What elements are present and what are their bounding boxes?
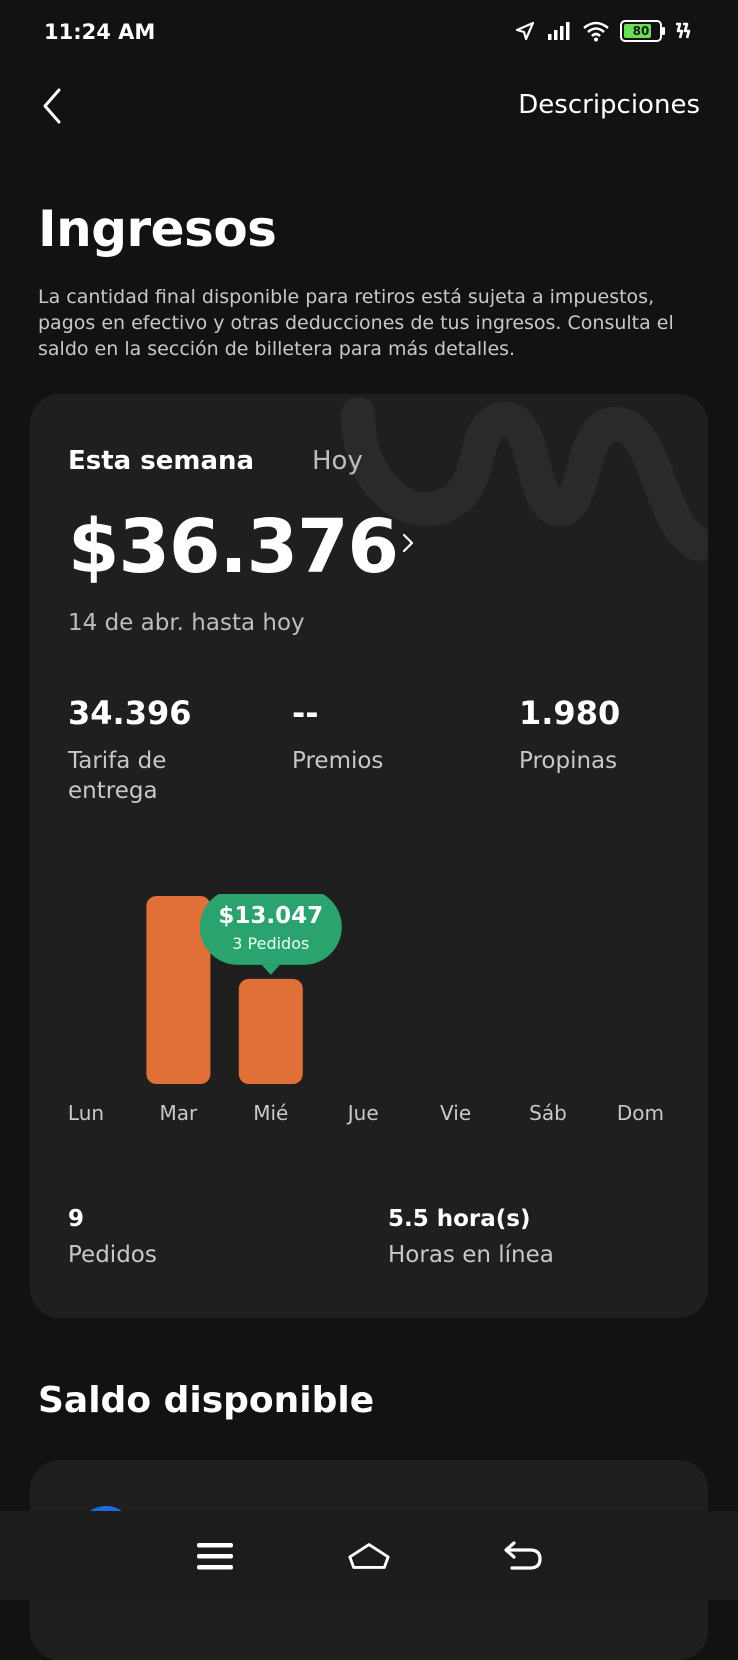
bar-2[interactable] [238, 978, 303, 1084]
rewards-value: -- [292, 694, 319, 732]
tips-label: Propinas [519, 748, 618, 774]
delivery-fee-label: Tarifa de entrega [68, 748, 167, 804]
battery-icon: 80 [620, 20, 665, 42]
total-earnings[interactable]: $36.376 [68, 504, 399, 590]
descriptions-link[interactable]: Descripciones [518, 90, 700, 120]
home-icon [348, 1542, 390, 1569]
day-label-6: Dom [617, 1101, 664, 1125]
tab-this-week[interactable]: Esta semana [68, 446, 254, 476]
system-navbar [0, 1511, 738, 1600]
tooltip-orders: 3 Pedidos [232, 934, 309, 953]
back-arrow-icon [504, 1540, 542, 1570]
orders-value: 9 [68, 1206, 85, 1232]
day-label-5: Sáb [529, 1101, 567, 1125]
menu-button[interactable] [193, 1534, 237, 1578]
status-icons: 80 [514, 20, 692, 42]
earnings-card: Esta semana Hoy $36.376 14 de abr. hasta… [30, 394, 708, 1318]
status-time: 11:24 AM [44, 20, 156, 44]
day-label-4: Vie [440, 1101, 471, 1125]
tab-today[interactable]: Hoy [312, 446, 363, 476]
online-hours-label: Horas en línea [388, 1242, 554, 1268]
wifi-icon [583, 21, 609, 42]
day-label-0: Lun [68, 1101, 104, 1125]
chevron-right-icon[interactable] [398, 528, 418, 558]
period-label: 14 de abr. hasta hoy [68, 610, 305, 636]
battery-level: 80 [632, 24, 650, 38]
back-button[interactable] [30, 80, 74, 132]
online-hours-value: 5.5 hora(s) [388, 1206, 531, 1232]
page-description: La cantidad final disponible para retiro… [38, 286, 674, 360]
day-label-2: Mié [253, 1101, 288, 1125]
day-label-1: Mar [160, 1101, 199, 1125]
page-title: Ingresos [38, 200, 277, 258]
menu-icon [197, 1542, 233, 1569]
day-label-3: Jue [346, 1101, 379, 1125]
orders-label: Pedidos [68, 1242, 157, 1268]
available-balance-title: Saldo disponible [38, 1380, 375, 1421]
back-nav-button[interactable] [501, 1534, 545, 1578]
charging-icon [676, 22, 691, 39]
location-icon [515, 21, 535, 41]
signal-icon [548, 22, 570, 40]
rewards-label: Premios [292, 748, 384, 774]
home-button[interactable] [347, 1534, 391, 1578]
tooltip-amount: $13.047 [218, 903, 323, 929]
tips-value: 1.980 [519, 694, 621, 732]
daily-earnings-chart: Lun Mar Mié Jue Vie Sáb Dom $13.047 3 Pedidos [68, 894, 664, 1125]
earnings-tooltip: $13.047 3 Pedidos [199, 894, 342, 975]
chevron-left-icon [43, 88, 61, 124]
delivery-fee-value: 34.396 [68, 694, 192, 732]
